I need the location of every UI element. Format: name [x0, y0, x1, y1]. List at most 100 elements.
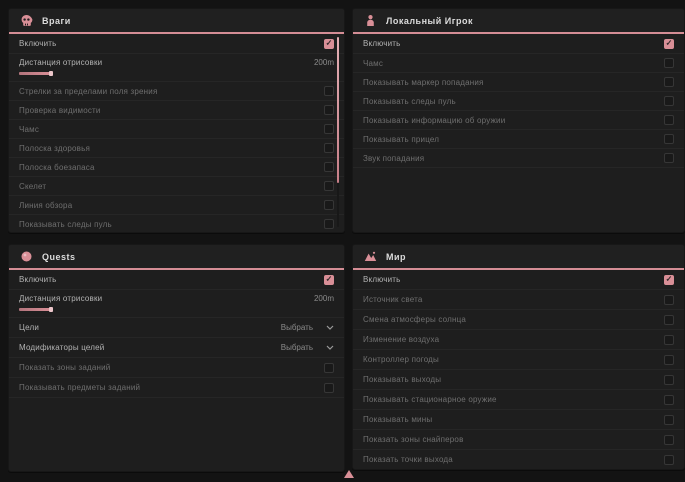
- panel-header: Локальный Игрок: [353, 9, 684, 34]
- settings-row: Включить ✓: [353, 34, 684, 54]
- render-distance-row: Дистанция отрисовки200m: [9, 54, 344, 82]
- setting-label: Показывать стационарное оружие: [363, 395, 497, 404]
- setting-label: Включить: [363, 39, 401, 48]
- slider-fill: [19, 72, 51, 75]
- settings-row: Чамс: [9, 120, 344, 139]
- checkbox-checked[interactable]: ✓: [664, 39, 674, 49]
- panel-title: Враги: [42, 16, 71, 26]
- settings-row: Показывать прицел: [353, 130, 684, 149]
- scrollbar-thumb[interactable]: [337, 37, 339, 183]
- world-icon: [364, 250, 377, 263]
- checkbox[interactable]: [324, 383, 334, 393]
- settings-row: Проверка видимости: [9, 101, 344, 120]
- checkbox[interactable]: [324, 363, 334, 373]
- cursor: [344, 470, 354, 478]
- checkbox-checked[interactable]: ✓: [324, 39, 334, 49]
- checkbox[interactable]: [664, 415, 674, 425]
- setting-label: Источник света: [363, 295, 423, 304]
- slider-thumb[interactable]: [49, 71, 53, 76]
- setting-label: Цели: [19, 323, 39, 332]
- settings-row: Контроллер погоды: [353, 350, 684, 370]
- check-icon: ✓: [326, 39, 333, 47]
- setting-label: Включить: [363, 275, 401, 284]
- dropdown-select[interactable]: Выбрать: [281, 343, 334, 352]
- settings-row: Смена атмосферы солнца: [353, 310, 684, 330]
- dropdown-select[interactable]: Выбрать: [281, 323, 334, 332]
- setting-label: Дистанция отрисовки: [19, 294, 102, 303]
- settings-row: Показывать предметы заданий: [9, 378, 344, 398]
- render-distance-slider[interactable]: [19, 307, 334, 312]
- checkbox[interactable]: [664, 375, 674, 385]
- render-distance-slider[interactable]: [19, 71, 334, 76]
- settings-row: Модификаторы целей Выбрать: [9, 338, 344, 358]
- slider-fill: [19, 308, 51, 311]
- settings-row: Стрелки за пределами поля зрения: [9, 82, 344, 101]
- settings-row: Линия обзора: [9, 196, 344, 215]
- panel-header: Враги: [9, 9, 344, 34]
- settings-row: Включить ✓: [9, 270, 344, 290]
- settings-row: Чамс: [353, 54, 684, 73]
- setting-label: Показать зоны заданий: [19, 363, 110, 372]
- panel-world: Мир Включить✓Источник светаСмена атмосфе…: [352, 244, 685, 470]
- slider-thumb[interactable]: [49, 307, 53, 312]
- checkbox[interactable]: [664, 134, 674, 144]
- setting-label: Изменение воздуха: [363, 335, 439, 344]
- checkbox[interactable]: [664, 395, 674, 405]
- setting-label: Показывать информацию об оружии: [363, 116, 505, 125]
- checkbox[interactable]: [324, 200, 334, 210]
- checkbox[interactable]: [664, 77, 674, 87]
- checkbox[interactable]: [664, 455, 674, 465]
- checkbox[interactable]: [664, 153, 674, 163]
- checkbox[interactable]: [664, 58, 674, 68]
- chevron-down-icon: [326, 345, 334, 350]
- setting-label: Показывать выходы: [363, 375, 441, 384]
- check-icon: ✓: [326, 275, 333, 283]
- checkbox[interactable]: [664, 96, 674, 106]
- setting-label: Включить: [19, 39, 57, 48]
- panel-body: Включить ✓ Источник света Смена атмосферы с…: [353, 270, 684, 470]
- checkbox-checked[interactable]: ✓: [324, 275, 334, 285]
- checkbox-checked[interactable]: ✓: [664, 275, 674, 285]
- checkbox[interactable]: [664, 335, 674, 345]
- checkbox[interactable]: [664, 115, 674, 125]
- settings-row: Показывать следы пуль: [9, 215, 344, 233]
- setting-label: Чамс: [363, 59, 383, 68]
- panel-title: Quests: [42, 252, 76, 262]
- setting-label: Показывать следы пуль: [19, 220, 112, 229]
- slider-value: 200m: [314, 294, 334, 303]
- player-icon: [364, 14, 377, 27]
- settings-row: Показать зоны снайперов: [353, 430, 684, 450]
- settings-row: Цели Выбрать: [9, 318, 344, 338]
- panel-title: Локальный Игрок: [386, 16, 473, 26]
- check-icon: ✓: [666, 39, 673, 47]
- checkbox[interactable]: [324, 143, 334, 153]
- checkbox[interactable]: [664, 315, 674, 325]
- checkbox[interactable]: [664, 355, 674, 365]
- settings-row: Полоска здоровья: [9, 139, 344, 158]
- checkbox[interactable]: [664, 295, 674, 305]
- settings-row: Показывать маркер попадания: [353, 73, 684, 92]
- checkbox[interactable]: [664, 435, 674, 445]
- setting-label: Показать зоны снайперов: [363, 435, 464, 444]
- checkbox[interactable]: [324, 162, 334, 172]
- checkbox[interactable]: [324, 124, 334, 134]
- checkbox[interactable]: [324, 105, 334, 115]
- dropdown-value: Выбрать: [281, 323, 313, 332]
- settings-row: Включить ✓: [9, 34, 344, 54]
- checkbox[interactable]: [324, 86, 334, 96]
- settings-row: Показывать стационарное оружие: [353, 390, 684, 410]
- setting-label: Модификаторы целей: [19, 343, 104, 352]
- setting-label: Включить: [19, 275, 57, 284]
- setting-label: Скелет: [19, 182, 46, 191]
- checkbox[interactable]: [324, 219, 334, 229]
- setting-label: Показывать следы пуль: [363, 97, 456, 106]
- settings-row: Показывать информацию об оружии: [353, 111, 684, 130]
- settings-row: Показывать следы пуль: [353, 92, 684, 111]
- settings-row: Звук попадания: [353, 149, 684, 168]
- settings-row: Полоска боезапаса: [9, 158, 344, 177]
- setting-label: Контроллер погоды: [363, 355, 439, 364]
- setting-label: Чамс: [19, 125, 39, 134]
- slider-value: 200m: [314, 58, 334, 67]
- checkbox[interactable]: [324, 181, 334, 191]
- setting-label: Звук попадания: [363, 154, 424, 163]
